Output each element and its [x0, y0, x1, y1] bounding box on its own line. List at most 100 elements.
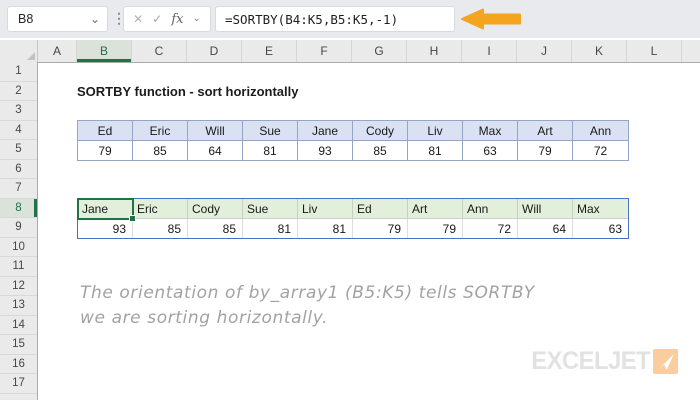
exceljet-logo: EXCELJET [525, 347, 678, 376]
select-all-corner[interactable] [0, 40, 38, 62]
cell-E9[interactable]: 81 [243, 219, 298, 238]
fx-toolbar: ✕ ✓ fx ⌄ [123, 6, 211, 32]
column-headers: ABCDEFGHIJKL [0, 40, 700, 63]
row-header-14[interactable]: 14 [0, 316, 37, 335]
cell-D8[interactable]: Cody [188, 199, 243, 219]
cell-F5[interactable]: 93 [298, 141, 353, 160]
cell-G9[interactable]: 79 [353, 219, 408, 238]
column-header-H[interactable]: H [407, 40, 462, 62]
worksheet-title: SORTBY function - sort horizontally [77, 84, 299, 99]
cell-E5[interactable]: 81 [243, 141, 298, 160]
column-header-B[interactable]: B [77, 40, 132, 62]
column-header-E[interactable]: E [242, 40, 297, 62]
exceljet-logo-text: EXCELJET [531, 347, 650, 375]
cell-I8[interactable]: Ann [463, 199, 518, 219]
cell-H9[interactable]: 79 [408, 219, 463, 238]
cell-C9[interactable]: 85 [133, 219, 188, 238]
cell-G4[interactable]: Cody [353, 121, 408, 141]
table-row: 93 85 85 81 81 79 79 72 64 63 [78, 219, 628, 238]
row-header-9[interactable]: 9 [0, 218, 37, 238]
cell-H5[interactable]: 81 [408, 141, 463, 160]
cell-B4[interactable]: Ed [78, 121, 133, 141]
column-header-G[interactable]: G [352, 40, 407, 62]
cell-D5[interactable]: 64 [188, 141, 243, 160]
annotation-line-2: we are sorting horizontally. [80, 308, 329, 328]
row-header-2[interactable]: 2 [0, 82, 37, 101]
cell-C5[interactable]: 85 [133, 141, 188, 160]
name-box-value: B8 [18, 12, 34, 26]
chevron-down-icon[interactable]: ⌄ [90, 13, 100, 25]
column-header-F[interactable]: F [297, 40, 352, 62]
cell-C4[interactable]: Eric [133, 121, 188, 141]
row-header-1[interactable]: 1 [0, 62, 37, 82]
table-row: Jane Eric Cody Sue Liv Ed Art Ann Will Max [78, 199, 628, 219]
row-header-13[interactable]: 13 [0, 296, 37, 316]
fill-handle[interactable] [129, 215, 136, 222]
cell-B5[interactable]: 79 [78, 141, 133, 160]
column-header-L[interactable]: L [627, 40, 682, 62]
cell-K5[interactable]: 72 [573, 141, 628, 160]
cell-K9[interactable]: 63 [573, 219, 628, 238]
table-row: Ed Eric Will Sue Jane Cody Liv Max Art Ann [78, 121, 628, 141]
table-row: 79 85 64 81 93 85 81 63 79 72 [78, 141, 628, 160]
row-headers: 1 2 3 4 5 6 7 8 9 10 11 12 13 14 15 16 17 [0, 62, 38, 400]
cancel-icon[interactable]: ✕ [133, 12, 143, 26]
row-header-4[interactable]: 4 [0, 121, 37, 140]
result-table: Jane Eric Cody Sue Liv Ed Art Ann Will Max 93 85 85 8… [77, 198, 629, 239]
column-header-C[interactable]: C [132, 40, 187, 62]
cell-I5[interactable]: 63 [463, 141, 518, 160]
column-header-A[interactable]: A [38, 40, 77, 62]
cell-K4[interactable]: Ann [573, 121, 628, 141]
cell-I9[interactable]: 72 [463, 219, 518, 238]
cell-K8[interactable]: Max [573, 199, 628, 219]
column-header-K[interactable]: K [572, 40, 627, 62]
formula-text: =SORTBY(B4:K5,B5:K5,-1) [225, 11, 399, 27]
cell-B9[interactable]: 93 [78, 219, 133, 238]
cell-D9[interactable]: 85 [188, 219, 243, 238]
cell-G5[interactable]: 85 [353, 141, 408, 160]
row-header-5[interactable]: 5 [0, 140, 37, 160]
cell-C8[interactable]: Eric [133, 199, 188, 219]
column-header-D[interactable]: D [187, 40, 242, 62]
row-header-12[interactable]: 12 [0, 277, 37, 296]
row-header-15[interactable]: 15 [0, 335, 37, 355]
row-header-17[interactable]: 17 [0, 374, 37, 394]
column-header-overflow [682, 40, 700, 62]
cell-I4[interactable]: Max [463, 121, 518, 141]
cell-B8[interactable]: Jane [78, 199, 133, 219]
select-all-triangle-icon [27, 52, 35, 60]
cell-J8[interactable]: Will [518, 199, 573, 219]
insert-function-icon[interactable]: fx [171, 12, 183, 27]
cell-H4[interactable]: Liv [408, 121, 463, 141]
exceljet-logo-mark-icon [653, 349, 678, 374]
source-table: Ed Eric Will Sue Jane Cody Liv Max Art Ann 79 85 64 8… [77, 120, 629, 161]
row-header-10[interactable]: 10 [0, 238, 37, 257]
cell-F9[interactable]: 81 [298, 219, 353, 238]
enter-icon[interactable]: ✓ [152, 12, 162, 26]
cell-F8[interactable]: Liv [298, 199, 353, 219]
row-header-16[interactable]: 16 [0, 355, 37, 374]
name-box[interactable]: B8 ⌄ [7, 6, 108, 32]
formula-bar: B8 ⌄ ⋮ ✕ ✓ fx ⌄ =SORTBY(B4:K5,B5:K5,-1) [0, 0, 700, 38]
cell-E4[interactable]: Sue [243, 121, 298, 141]
orange-arrow-icon [461, 8, 521, 30]
row-header-3[interactable]: 3 [0, 101, 37, 121]
row-header-8[interactable]: 8 [0, 198, 37, 218]
chevron-down-icon[interactable]: ⌄ [193, 14, 201, 24]
cell-J4[interactable]: Art [518, 121, 573, 141]
row-header-7[interactable]: 7 [0, 179, 37, 199]
column-header-J[interactable]: J [517, 40, 572, 62]
cell-F4[interactable]: Jane [298, 121, 353, 141]
cell-E8[interactable]: Sue [243, 199, 298, 219]
cell-H8[interactable]: Art [408, 199, 463, 219]
cell-G8[interactable]: Ed [353, 199, 408, 219]
cell-D4[interactable]: Will [188, 121, 243, 141]
cell-J9[interactable]: 64 [518, 219, 573, 238]
excel-app: B8 ⌄ ⋮ ✕ ✓ fx ⌄ =SORTBY(B4:K5,B5:K5,-1) … [0, 0, 700, 400]
formula-input[interactable]: =SORTBY(B4:K5,B5:K5,-1) [215, 6, 455, 32]
row-header-6[interactable]: 6 [0, 160, 37, 179]
row-header-11[interactable]: 11 [0, 257, 37, 277]
column-header-I[interactable]: I [462, 40, 517, 62]
cell-J5[interactable]: 79 [518, 141, 573, 160]
annotation-line-1: The orientation of by_array1 (B5:K5) tel… [80, 283, 535, 303]
